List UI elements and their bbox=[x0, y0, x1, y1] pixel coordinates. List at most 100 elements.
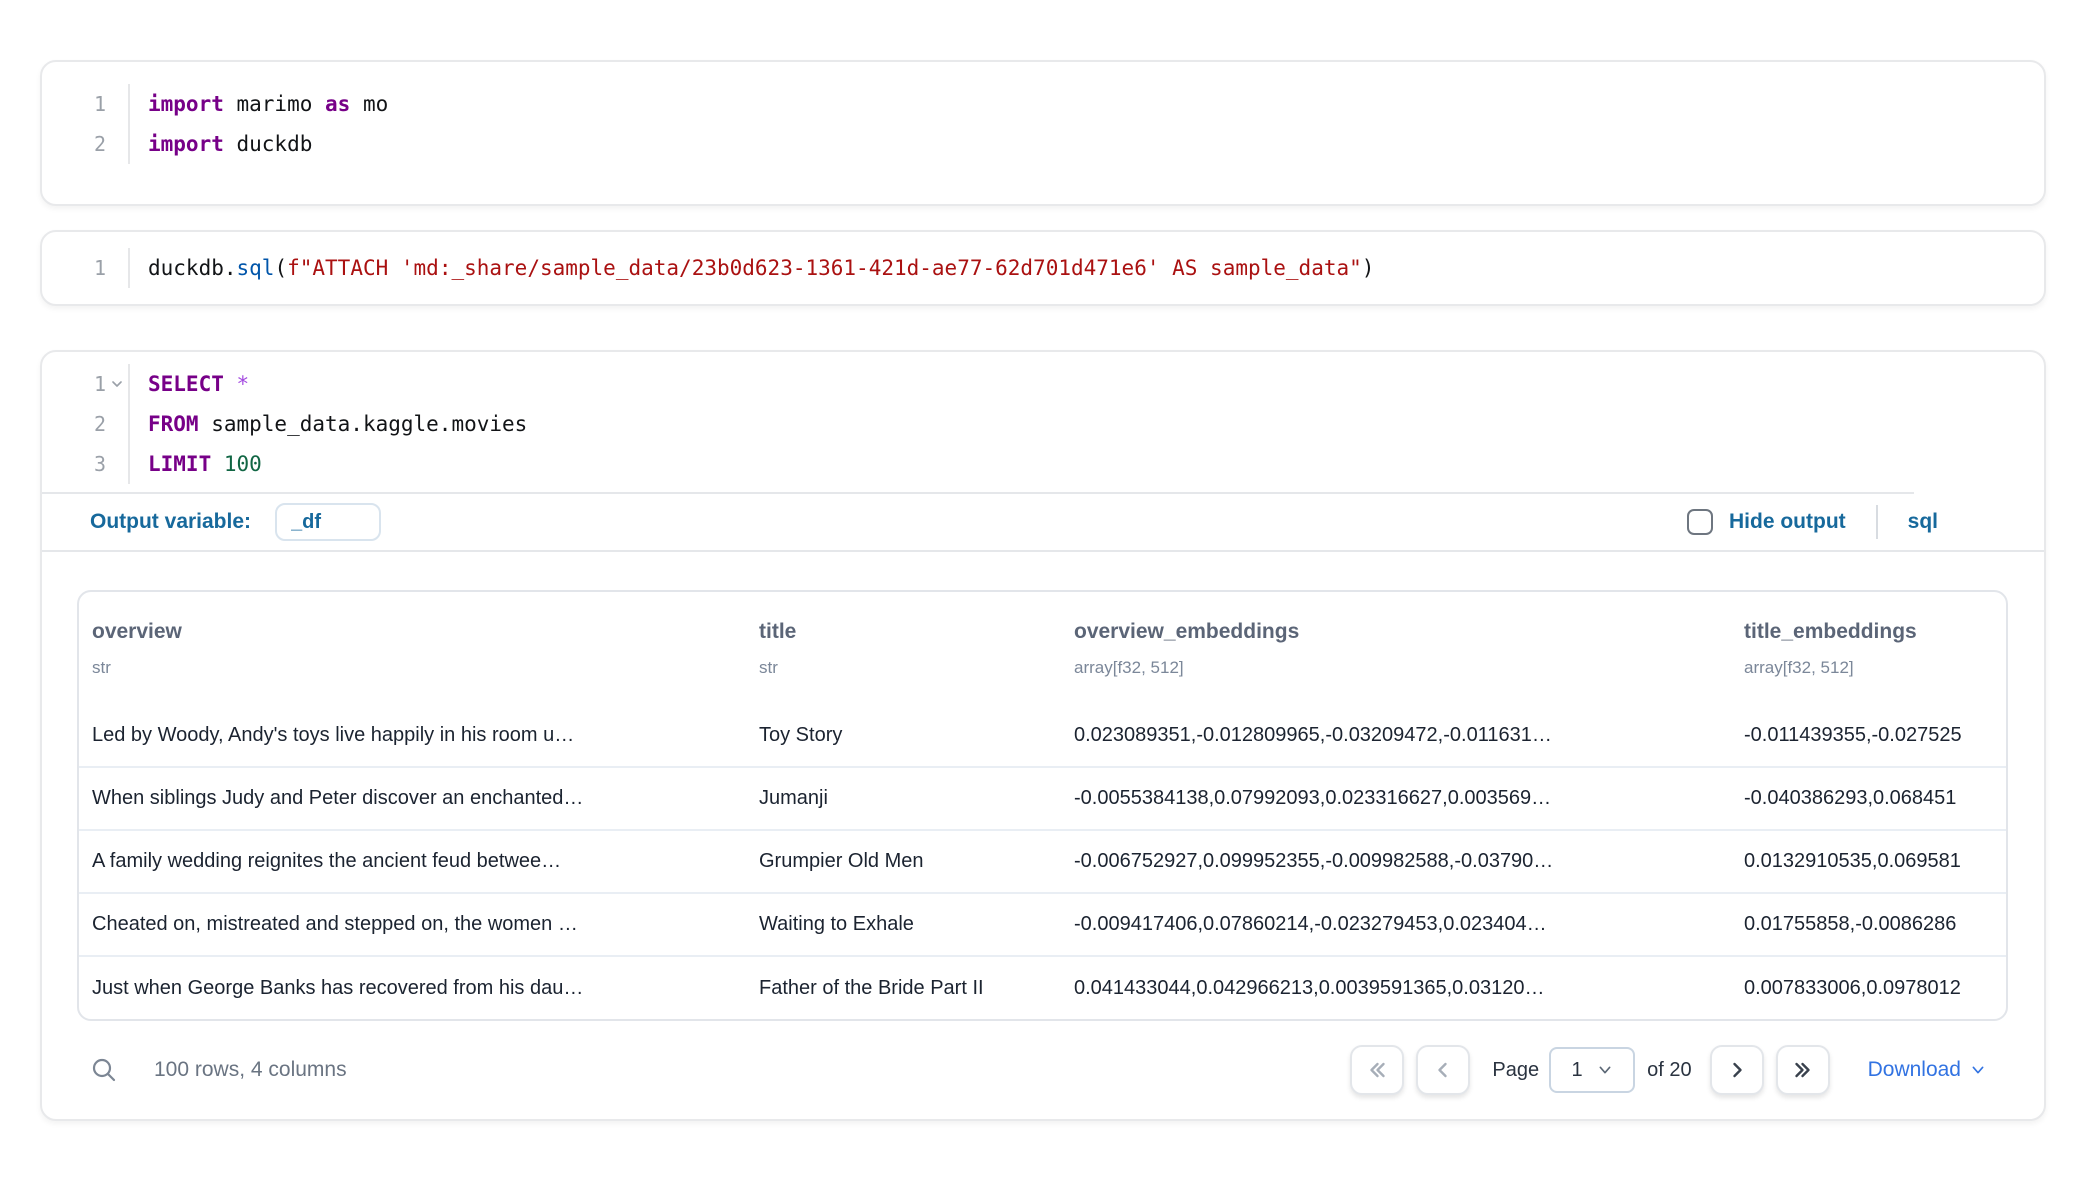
pagination: Page 1 of 20 bbox=[1350, 1045, 1986, 1095]
line-number: 3 bbox=[42, 444, 130, 484]
code-token: 100 bbox=[224, 452, 262, 476]
download-label: Download bbox=[1868, 1058, 1961, 1082]
table-cell: Cheated on, mistreated and stepped on, t… bbox=[79, 893, 746, 956]
next-page-button[interactable] bbox=[1710, 1045, 1764, 1095]
code-line: 2import duckdb bbox=[42, 124, 2044, 164]
code-token: FROM bbox=[148, 412, 199, 436]
page-total-label: of 20 bbox=[1647, 1059, 1691, 1082]
table-row: Cheated on, mistreated and stepped on, t… bbox=[79, 893, 2006, 956]
code-line: 1SELECT * bbox=[42, 364, 2044, 404]
column-name: title bbox=[759, 618, 1047, 646]
dataframe-table: overview str title str overview_embeddingsar… bbox=[77, 590, 2008, 1021]
table-cell: 0.01755858,-0.0086286 bbox=[1731, 893, 2006, 956]
chevron-right-icon bbox=[1725, 1058, 1749, 1082]
column-dtype: str bbox=[92, 656, 732, 680]
code-token bbox=[211, 452, 224, 476]
code-line: 1import marimo as mo bbox=[42, 84, 2044, 124]
table-cell: Grumpier Old Men bbox=[746, 830, 1061, 893]
table-row: A family wedding reignites the ancient f… bbox=[79, 830, 2006, 893]
code-text: LIMIT 100 bbox=[130, 444, 262, 484]
code-text: import duckdb bbox=[130, 124, 312, 164]
code-token: import bbox=[148, 92, 224, 116]
sql-cell: 1SELECT *2FROM sample_data.kaggle.movies… bbox=[40, 350, 2046, 1121]
table-cell: -0.0055384138,0.07992093,0.023316627,0.0… bbox=[1061, 767, 1731, 830]
table-cell: Just when George Banks has recovered fro… bbox=[79, 956, 746, 1019]
page-label: Page bbox=[1492, 1059, 1539, 1082]
code-line: 1duckdb.sql(f"ATTACH 'md:_share/sample_d… bbox=[42, 248, 2044, 288]
table-cell: Father of the Bride Part II bbox=[746, 956, 1061, 1019]
cell-output: overview str title str overview_embeddingsar… bbox=[42, 552, 2044, 1021]
vertical-divider bbox=[1876, 505, 1878, 539]
code-token: duckdb. bbox=[148, 256, 237, 280]
code-token: mo bbox=[350, 92, 388, 116]
code-editor-attach[interactable]: 1duckdb.sql(f"ATTACH 'md:_share/sample_d… bbox=[42, 232, 2044, 304]
table-header-row: overview str title str overview_embeddingsar… bbox=[79, 592, 2006, 704]
table-cell: 0.023089351,-0.012809965,-0.03209472,-0.… bbox=[1061, 704, 1731, 767]
code-token bbox=[224, 372, 237, 396]
table-cell: Jumanji bbox=[746, 767, 1061, 830]
table-row: When siblings Judy and Peter discover an… bbox=[79, 767, 2006, 830]
chevron-down-icon bbox=[1597, 1062, 1613, 1078]
column-header[interactable]: title_embeddingsarray[f32, 512] bbox=[1731, 592, 2006, 704]
column-name: overview_embeddings bbox=[1074, 618, 1717, 646]
marimo-notebook: 1import marimo as mo2import duckdb 1duck… bbox=[0, 60, 2086, 1192]
code-token: as bbox=[325, 92, 350, 116]
code-token: LIMIT bbox=[148, 452, 211, 476]
double-chevron-left-icon bbox=[1365, 1058, 1389, 1082]
code-token: ) bbox=[1362, 256, 1375, 280]
code-cell-attach: 1duckdb.sql(f"ATTACH 'md:_share/sample_d… bbox=[40, 230, 2046, 306]
line-number: 1 bbox=[42, 248, 130, 288]
table-row: Led by Woody, Andy's toys live happily i… bbox=[79, 704, 2006, 767]
code-token: f"ATTACH 'md:_share/sample_data/23b0d623… bbox=[287, 256, 1362, 280]
column-dtype: str bbox=[759, 656, 1047, 680]
column-dtype: array[f32, 512] bbox=[1074, 656, 1717, 680]
column-name: title_embeddings bbox=[1744, 618, 1992, 646]
previous-page-button[interactable] bbox=[1416, 1045, 1470, 1095]
hide-output-label: Hide output bbox=[1729, 510, 1846, 534]
code-editor-query[interactable]: 1SELECT *2FROM sample_data.kaggle.movies… bbox=[42, 352, 2044, 492]
table-row: Just when George Banks has recovered fro… bbox=[79, 956, 2006, 1019]
code-token: ( bbox=[274, 256, 287, 280]
language-badge: sql bbox=[1908, 510, 1938, 534]
last-page-button[interactable] bbox=[1776, 1045, 1830, 1095]
table-cell: When siblings Judy and Peter discover an… bbox=[79, 767, 746, 830]
hide-output-checkbox[interactable] bbox=[1687, 509, 1713, 535]
code-token: sample_data.kaggle.movies bbox=[199, 412, 528, 436]
code-token: import bbox=[148, 132, 224, 156]
table-footer: 100 rows, 4 columns Page 1 bbox=[42, 1021, 2044, 1119]
output-variable-label: Output variable: bbox=[90, 510, 251, 534]
code-editor-imports[interactable]: 1import marimo as mo2import duckdb bbox=[42, 62, 2044, 204]
sql-cell-meta-row: Output variable: Hide output sql bbox=[42, 494, 2044, 552]
search-icon[interactable] bbox=[90, 1056, 118, 1084]
column-header[interactable]: overview_embeddings array[f32, 512] bbox=[1061, 592, 1731, 704]
line-number: 2 bbox=[42, 404, 130, 444]
column-name: overview bbox=[92, 618, 732, 646]
table-cell: -0.011439355,-0.027525 bbox=[1731, 704, 2006, 767]
page-select[interactable]: 1 bbox=[1549, 1047, 1635, 1093]
table-cell: -0.009417406,0.07860214,-0.023279453,0.0… bbox=[1061, 893, 1731, 956]
code-line: 3LIMIT 100 bbox=[42, 444, 2044, 484]
table-cell: Toy Story bbox=[746, 704, 1061, 767]
chevron-down-icon bbox=[1970, 1062, 1986, 1078]
code-token: marimo bbox=[224, 92, 325, 116]
table-cell: Waiting to Exhale bbox=[746, 893, 1061, 956]
table-cell: 0.041433044,0.042966213,0.0039591365,0.0… bbox=[1061, 956, 1731, 1019]
first-page-button[interactable] bbox=[1350, 1045, 1404, 1095]
code-text: import marimo as mo bbox=[130, 84, 388, 124]
line-number: 2 bbox=[42, 124, 130, 164]
table-cell: 0.0132910535,0.069581 bbox=[1731, 830, 2006, 893]
output-variable-input[interactable] bbox=[275, 503, 381, 541]
code-token: duckdb bbox=[224, 132, 313, 156]
double-chevron-right-icon bbox=[1791, 1058, 1815, 1082]
code-text: duckdb.sql(f"ATTACH 'md:_share/sample_da… bbox=[130, 248, 1374, 288]
code-token: * bbox=[237, 372, 250, 396]
code-text: FROM sample_data.kaggle.movies bbox=[130, 404, 527, 444]
download-button[interactable]: Download bbox=[1868, 1058, 1986, 1082]
row-count-status: 100 rows, 4 columns bbox=[154, 1058, 347, 1082]
code-token: SELECT bbox=[148, 372, 224, 396]
column-header[interactable]: title str bbox=[746, 592, 1061, 704]
code-text: SELECT * bbox=[130, 364, 249, 404]
fold-chevron-icon[interactable] bbox=[109, 376, 125, 392]
table-cell: 0.007833006,0.0978012 bbox=[1731, 956, 2006, 1019]
column-header[interactable]: overview str bbox=[79, 592, 746, 704]
